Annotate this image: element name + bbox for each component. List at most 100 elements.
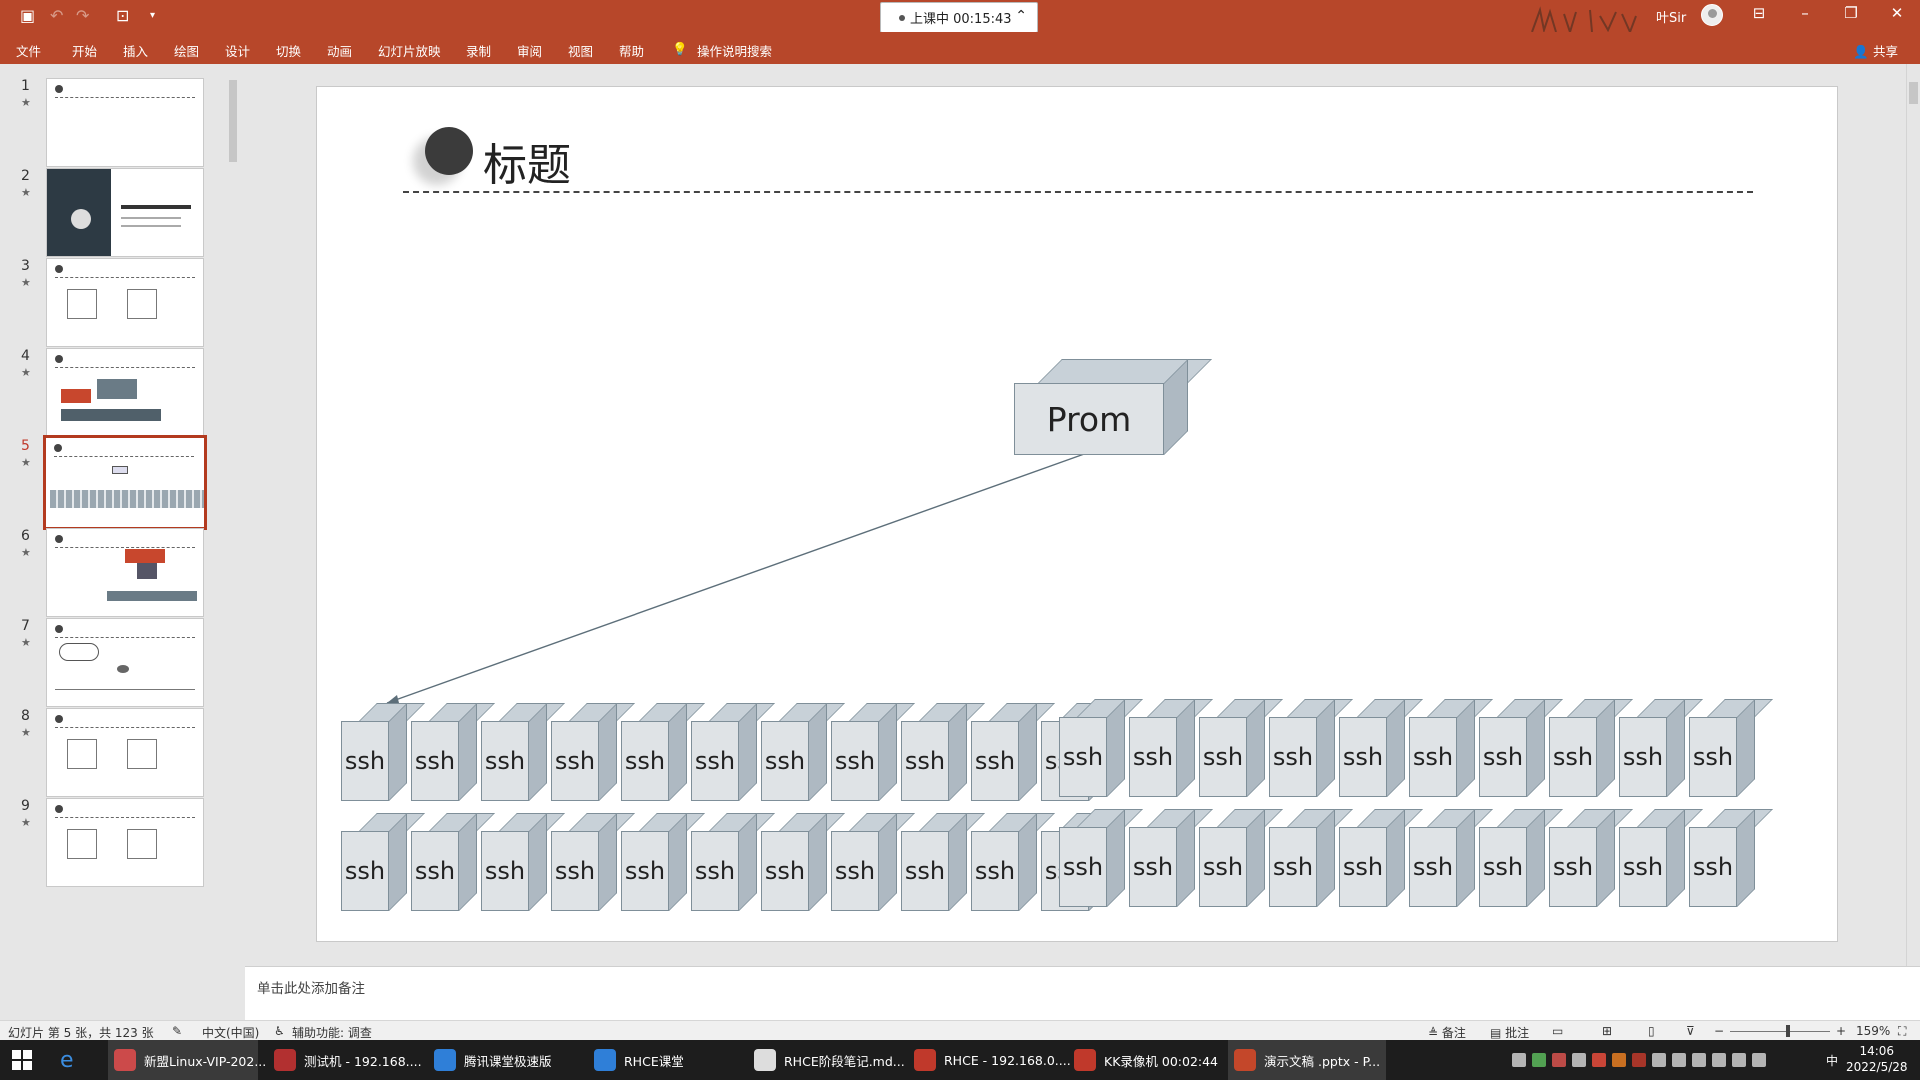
windows-start-icon[interactable]: [12, 1050, 32, 1070]
ssh-node-box[interactable]: ssh: [1269, 809, 1353, 907]
accessibility-status[interactable]: 辅助功能: 调查: [292, 1024, 372, 1041]
security-icon[interactable]: [1612, 1053, 1626, 1067]
ssh-node-box[interactable]: ssh: [341, 703, 425, 801]
chevron-up-icon[interactable]: ⌃: [1015, 8, 1027, 24]
tab-review[interactable]: 审阅: [517, 41, 542, 60]
redo-icon[interactable]: ↷: [76, 6, 89, 25]
slide-thumbnail-2[interactable]: [46, 168, 204, 257]
ssh-node-box[interactable]: ssh: [1269, 699, 1353, 797]
thumbnail-scrollbar[interactable]: [227, 66, 239, 1016]
tab-file[interactable]: 文件: [16, 41, 41, 60]
record-icon[interactable]: [1592, 1053, 1606, 1067]
tab-transitions[interactable]: 切换: [276, 41, 301, 60]
zoom-slider[interactable]: [1730, 1031, 1830, 1032]
minimize-icon[interactable]: –: [1790, 4, 1820, 22]
taskbar-app-2[interactable]: 测试机 - 192.168....: [268, 1040, 422, 1080]
tab-home[interactable]: 开始: [72, 41, 97, 60]
ime-indicator[interactable]: 中: [1826, 1040, 1838, 1080]
ssh-node-box[interactable]: ssh: [481, 813, 565, 911]
user-name[interactable]: 叶Sir: [1656, 7, 1686, 26]
zoom-in-button[interactable]: +: [1836, 1024, 1846, 1038]
reading-view-icon[interactable]: ▯: [1648, 1024, 1655, 1038]
fit-to-window-icon[interactable]: ⛶: [1898, 1024, 1906, 1039]
slide-thumbnail-9[interactable]: [46, 798, 204, 887]
ssh-node-box[interactable]: ssh: [831, 813, 915, 911]
ssh-node-box[interactable]: ssh: [1549, 809, 1633, 907]
scroll-thumb[interactable]: [229, 80, 237, 162]
ssh-node-box[interactable]: ssh: [691, 813, 775, 911]
ssh-node-box[interactable]: ssh: [551, 813, 635, 911]
taskbar-app-8[interactable]: 演示文稿 .pptx - P...: [1228, 1040, 1386, 1080]
ssh-node-box[interactable]: ssh: [1059, 699, 1143, 797]
slide-thumbnail-6[interactable]: [46, 528, 204, 617]
slide-thumbnail-5[interactable]: [43, 435, 207, 530]
prom-to-ssh-connector[interactable]: [386, 452, 1088, 704]
ssh-node-box[interactable]: ssh: [551, 703, 635, 801]
ssh-node-box[interactable]: ssh: [1619, 699, 1703, 797]
ssh-node-box[interactable]: ssh: [1479, 699, 1563, 797]
restore-icon[interactable]: ❐: [1836, 4, 1866, 22]
ssh-node-box[interactable]: ssh: [621, 703, 705, 801]
arrow-icon[interactable]: [1672, 1053, 1686, 1067]
taskbar-app-3[interactable]: 腾讯课堂极速版: [428, 1040, 578, 1080]
notes-placeholder[interactable]: 单击此处添加备注: [257, 977, 365, 997]
ssh-node-box[interactable]: ssh: [411, 703, 495, 801]
tab-help[interactable]: 帮助: [619, 41, 644, 60]
avatar[interactable]: [1701, 4, 1723, 26]
ssh-node-box[interactable]: ssh: [1339, 699, 1423, 797]
ssh-node-box[interactable]: ssh: [1129, 699, 1213, 797]
ssh-node-box[interactable]: ssh: [1409, 699, 1493, 797]
close-icon[interactable]: ✕: [1882, 4, 1912, 22]
taskbar-app-6[interactable]: RHCE - 192.168.0....: [908, 1040, 1071, 1080]
settings-tray-icon[interactable]: [1572, 1053, 1586, 1067]
ssh-node-box[interactable]: ssh: [901, 813, 985, 911]
slide-canvas[interactable]: 标题 Prom ssh ssh ssh ssh ssh ssh ssh ssh ssh ssh ssh…: [316, 86, 1838, 942]
ssh-node-box[interactable]: ssh: [1199, 809, 1283, 907]
slide-thumbnail-8[interactable]: [46, 708, 204, 797]
system-clock[interactable]: 14:06 2022/5/28: [1846, 1043, 1908, 1075]
prom-server-box[interactable]: Prom: [1014, 359, 1212, 455]
ribbon-display-icon[interactable]: ⊟: [1744, 4, 1774, 22]
zoom-level[interactable]: 159%: [1856, 1024, 1890, 1038]
tab-draw[interactable]: 绘图: [174, 41, 199, 60]
taskbar-app-4[interactable]: RHCE课堂: [588, 1040, 738, 1080]
customize-toolbar-icon[interactable]: ▾: [150, 10, 155, 21]
tab-slideshow[interactable]: 幻灯片放映: [378, 41, 441, 60]
save-icon[interactable]: ▣: [20, 6, 35, 25]
notes-pane[interactable]: 单击此处添加备注: [245, 966, 1920, 1020]
spellcheck-icon[interactable]: ✎: [172, 1024, 182, 1038]
class-timer[interactable]: 上课中 00:15:43 ⌃: [880, 2, 1038, 33]
ssh-node-box[interactable]: ssh: [1059, 809, 1143, 907]
ssh-node-box[interactable]: ssh: [1619, 809, 1703, 907]
ssh-node-box[interactable]: ssh: [1409, 809, 1493, 907]
app-tray-icon[interactable]: [1632, 1053, 1646, 1067]
comments-button[interactable]: ▤ 批注: [1490, 1024, 1529, 1041]
present-from-start-icon[interactable]: ⊡: [116, 6, 129, 25]
ssh-node-box[interactable]: ssh: [1549, 699, 1633, 797]
ssh-node-box[interactable]: ssh: [691, 703, 775, 801]
slide-thumbnail-7[interactable]: [46, 618, 204, 707]
ssh-node-box[interactable]: ssh: [621, 813, 705, 911]
ssh-node-box[interactable]: ssh: [901, 703, 985, 801]
ssh-node-box[interactable]: ssh: [341, 813, 425, 911]
ssh-node-box[interactable]: ssh: [1689, 809, 1773, 907]
tab-view[interactable]: 视图: [568, 41, 593, 60]
ssh-node-box[interactable]: ssh: [1199, 699, 1283, 797]
notes-toggle-button[interactable]: ≜ 备注: [1428, 1024, 1466, 1041]
tab-insert[interactable]: 插入: [123, 41, 148, 60]
slideshow-icon[interactable]: ⊽: [1686, 1024, 1695, 1038]
ssh-node-box[interactable]: ssh: [1689, 699, 1773, 797]
editor-scrollbar[interactable]: [1906, 64, 1920, 966]
zoom-slider-handle[interactable]: [1786, 1025, 1790, 1037]
ssh-node-box[interactable]: ssh: [761, 813, 845, 911]
tell-me-search[interactable]: 操作说明搜索: [697, 41, 772, 60]
network-icon[interactable]: [1732, 1053, 1746, 1067]
slide-thumbnail-3[interactable]: [46, 258, 204, 347]
ssh-node-box[interactable]: ssh: [481, 703, 565, 801]
slide-thumbnail-1[interactable]: [46, 78, 204, 167]
app-tray-icon[interactable]: [1552, 1053, 1566, 1067]
tab-animations[interactable]: 动画: [327, 41, 352, 60]
taskbar-app-5[interactable]: RHCE阶段笔记.md...: [748, 1040, 905, 1080]
volume-icon[interactable]: [1752, 1053, 1766, 1067]
usb-icon[interactable]: [1692, 1053, 1706, 1067]
